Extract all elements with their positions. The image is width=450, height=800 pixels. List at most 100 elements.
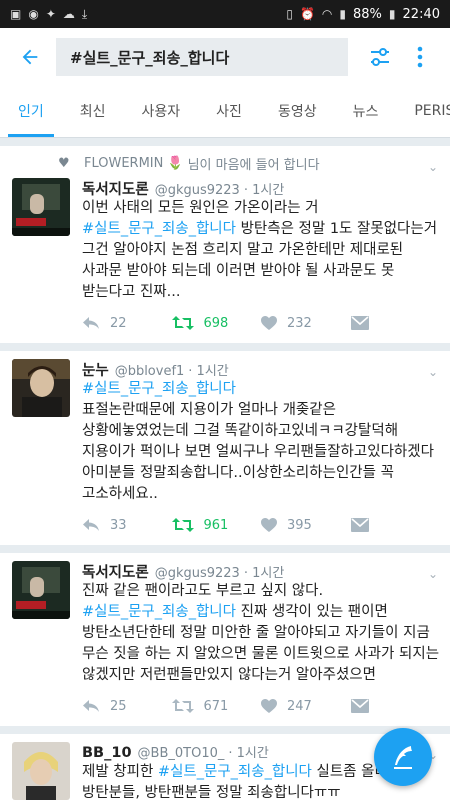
author-handle[interactable]: @bblovef1 bbox=[115, 364, 185, 379]
tweet-actions: 22 698 232 bbox=[82, 313, 440, 333]
signal-icon: ▮ bbox=[339, 7, 347, 21]
reply-button[interactable]: 33 bbox=[82, 517, 172, 533]
tab-latest[interactable]: 최신 bbox=[62, 86, 124, 137]
tab-periscope[interactable]: PERISC bbox=[396, 86, 450, 137]
avatar[interactable] bbox=[12, 561, 70, 619]
tweet-actions: 33 961 395 bbox=[82, 515, 440, 535]
back-button[interactable] bbox=[10, 37, 50, 77]
retweet-icon bbox=[171, 518, 194, 532]
tweet-text: 이번 사태의 모든 원인은 가온이라는 거 #실트_문구_죄송_합니다 방탄측은… bbox=[82, 198, 440, 303]
direct-message-button[interactable] bbox=[350, 518, 441, 532]
reply-button[interactable]: 22 bbox=[82, 315, 172, 331]
direct-message-button[interactable] bbox=[350, 699, 441, 713]
battery-icon: ▮ bbox=[388, 7, 396, 21]
heart-icon: ♥ bbox=[58, 155, 70, 171]
liker-name[interactable]: FLOWERMIN bbox=[84, 156, 163, 171]
retweet-icon bbox=[171, 699, 194, 713]
hashtag-link[interactable]: #실트_문구_죄송_합니다 bbox=[158, 764, 312, 780]
tweet-time: · 1시간 bbox=[243, 566, 285, 581]
reply-button[interactable]: 25 bbox=[82, 698, 172, 714]
tab-photos[interactable]: 사진 bbox=[198, 86, 260, 137]
chevron-down-icon[interactable]: ⌄ bbox=[428, 567, 438, 581]
tweet-card[interactable]: ⌄ 독서지도론 @gkgus9223 · 1시간 진짜 같은 팬이라고도 부르고… bbox=[0, 553, 450, 726]
reply-count: 22 bbox=[110, 315, 127, 331]
tweet-text: 진짜 같은 팬이라고도 부르고 싶지 않다. #실트_문구_죄송_합니다 진짜 … bbox=[82, 581, 440, 686]
download-icon: ⤓ bbox=[81, 6, 88, 21]
battery-level: 88% bbox=[353, 6, 382, 22]
reply-count: 33 bbox=[110, 517, 127, 533]
retweet-count: 698 bbox=[203, 315, 229, 331]
avatar[interactable] bbox=[12, 359, 70, 417]
like-count: 232 bbox=[287, 315, 312, 331]
reply-icon bbox=[83, 700, 99, 712]
envelope-icon bbox=[350, 518, 369, 532]
tab-top[interactable]: 인기 bbox=[0, 86, 62, 137]
tweet-text-part: 표절논란때문에 지용이가 얼마나 개좆같은 상황에놓였었는데 그걸 똑같이하고있… bbox=[82, 402, 434, 502]
tweet-text: #실트_문구_죄송_합니다 표절논란때문에 지용이가 얼마나 개좆같은 상황에놓… bbox=[82, 379, 440, 505]
social-context: ♥ FLOWERMIN 🌷 님이 마음에 들어 합니다 bbox=[12, 154, 440, 173]
search-input[interactable]: #실트_문구_죄송_합니다 bbox=[56, 38, 348, 76]
avatar[interactable] bbox=[12, 742, 70, 800]
tweet-time: · 1시간 bbox=[228, 746, 269, 761]
tweet-card[interactable]: ♥ FLOWERMIN 🌷 님이 마음에 들어 합니다 ⌄ 독서지도론 @gkg… bbox=[0, 146, 450, 343]
sliders-icon bbox=[371, 48, 389, 66]
chevron-down-icon[interactable]: ⌄ bbox=[428, 160, 438, 174]
twitter-notification-icon: ✦ bbox=[45, 7, 56, 21]
author-name[interactable]: 독서지도론 bbox=[82, 178, 149, 199]
retweet-count: 671 bbox=[203, 698, 229, 714]
heart-icon bbox=[261, 315, 277, 330]
tweet-time: · 1시간 bbox=[188, 364, 229, 379]
tweet-text-part: 이번 사태의 모든 원인은 가온이라는 거 bbox=[82, 200, 319, 216]
retweet-button[interactable]: 671 bbox=[171, 698, 262, 714]
retweet-icon bbox=[171, 316, 194, 330]
retweet-button[interactable]: 698 bbox=[171, 315, 262, 331]
like-count: 247 bbox=[287, 698, 312, 714]
like-count: 395 bbox=[287, 517, 312, 533]
tweet-actions: 25 671 247 bbox=[82, 696, 440, 716]
author-handle[interactable]: @gkgus9223 bbox=[155, 183, 240, 198]
cloud-icon: ☁ bbox=[62, 7, 75, 21]
camera-icon: ◉ bbox=[28, 7, 39, 21]
filter-button[interactable] bbox=[360, 37, 400, 77]
chevron-down-icon[interactable]: ⌄ bbox=[428, 365, 438, 379]
tab-news[interactable]: 뉴스 bbox=[335, 86, 397, 137]
heart-icon bbox=[261, 517, 277, 532]
author-handle[interactable]: @BB_0TO10_ bbox=[138, 746, 225, 761]
image-icon: ▣ bbox=[10, 7, 22, 21]
heart-icon bbox=[261, 698, 277, 713]
compose-tweet-button[interactable] bbox=[374, 728, 432, 786]
tab-people[interactable]: 사용자 bbox=[124, 86, 199, 137]
tab-videos[interactable]: 동영상 bbox=[260, 86, 335, 137]
hashtag-link[interactable]: #실트_문구_죄송_합니다 bbox=[82, 381, 236, 397]
vibrate-icon: ▯ bbox=[286, 7, 293, 21]
reply-icon bbox=[83, 317, 99, 329]
app-bar: #실트_문구_죄송_합니다 bbox=[0, 28, 450, 86]
author-name[interactable]: 눈누 bbox=[82, 359, 109, 380]
tweet-text-part: 진짜 같은 팬이라고도 부르고 싶지 않다. bbox=[82, 583, 324, 599]
like-button[interactable]: 395 bbox=[261, 517, 351, 533]
reply-count: 25 bbox=[110, 698, 127, 714]
hashtag-link[interactable]: #실트_문구_죄송_합니다 bbox=[82, 604, 236, 620]
more-vertical-icon bbox=[417, 46, 423, 68]
retweet-count: 961 bbox=[203, 517, 229, 533]
hashtag-link[interactable]: #실트_문구_죄송_합니다 bbox=[82, 221, 236, 237]
retweet-button[interactable]: 961 bbox=[171, 517, 262, 533]
tweet-time: · 1시간 bbox=[243, 183, 285, 198]
like-button[interactable]: 232 bbox=[261, 315, 351, 331]
avatar[interactable] bbox=[12, 178, 70, 236]
like-button[interactable]: 247 bbox=[261, 698, 351, 714]
direct-message-button[interactable] bbox=[350, 316, 441, 330]
overflow-menu-button[interactable] bbox=[400, 37, 440, 77]
tulip-emoji: 🌷 bbox=[167, 155, 184, 171]
clock: 22:40 bbox=[402, 6, 440, 22]
tweet-card[interactable]: ⌄ 눈누 @bblovef1 · 1시간 #실트_문구_죄송_합니다 표절논란때… bbox=[0, 351, 450, 545]
author-handle[interactable]: @gkgus9223 bbox=[155, 566, 240, 581]
envelope-icon bbox=[350, 316, 369, 330]
compose-feather-icon bbox=[394, 746, 412, 769]
back-arrow-icon bbox=[22, 49, 38, 65]
tweet-text-part: 제발 창피한 bbox=[82, 764, 158, 780]
author-name[interactable]: BB_10 bbox=[82, 745, 132, 761]
status-bar: ▣ ◉ ✦ ☁ ⤓ ▯ ⏰ ◠ ▮ 88% ▮ 22:40 bbox=[0, 0, 450, 28]
author-name[interactable]: 독서지도론 bbox=[82, 561, 149, 582]
tweet-feed: ♥ FLOWERMIN 🌷 님이 마음에 들어 합니다 ⌄ 독서지도론 @gkg… bbox=[0, 138, 450, 800]
